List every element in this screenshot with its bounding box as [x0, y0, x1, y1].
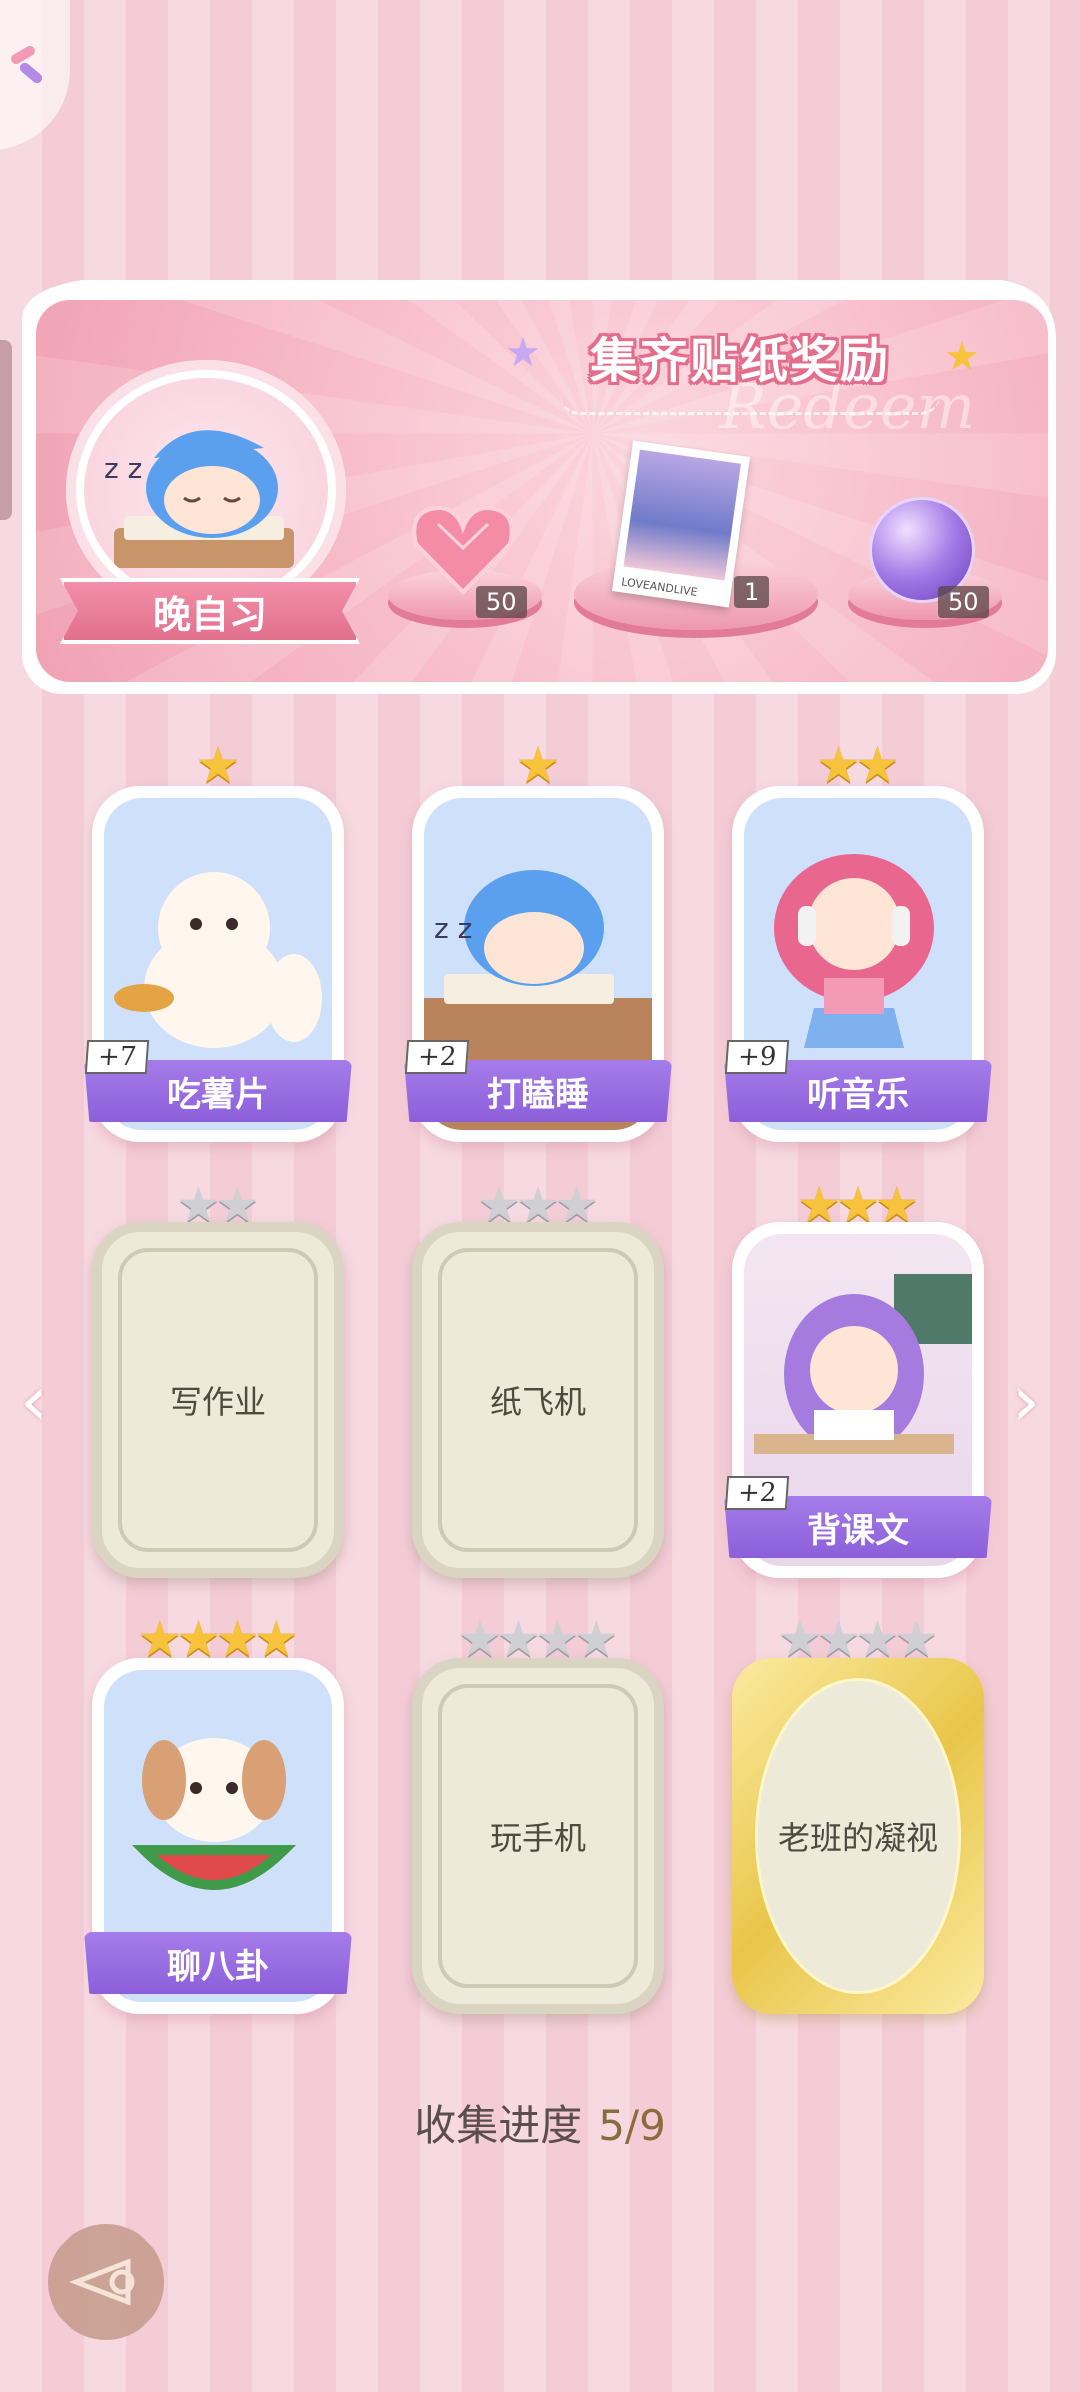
sticker-name-bar: 聊八卦 [84, 1932, 352, 1994]
sticker-card[interactable]: 聊八卦 [84, 1658, 352, 2014]
star-icon: ★ [195, 736, 241, 794]
sticker-card[interactable]: 听音乐 +9 [724, 786, 992, 1142]
duplicate-count: +9 [724, 1040, 790, 1074]
sticker-name: 吃薯片 [167, 1074, 269, 1115]
golden-oval-frame: 老班的凝视 [755, 1678, 961, 1994]
sticker-name: 听音乐 [807, 1074, 909, 1115]
duplicate-count: +2 [724, 1476, 790, 1510]
sticker-card[interactable]: 背课文 +2 [724, 1222, 992, 1578]
star-icon: ★ [253, 1610, 299, 1668]
next-page-arrow[interactable]: › [1012, 1360, 1040, 1442]
banner-title: 集齐贴纸奖励 [589, 333, 890, 389]
reward-count: 50 [938, 586, 989, 618]
sticker-name: 纸飞机 [489, 1383, 586, 1421]
star-icon: ★ [515, 736, 561, 794]
banner-title-ribbon: 集齐贴纸奖励 [520, 310, 960, 402]
sticker-name: 聊八卦 [167, 1946, 269, 1987]
svg-text:z z: z z [104, 452, 142, 485]
sleeping-boy-illustration: z z [104, 430, 294, 568]
star-rating: ★ ★ [732, 740, 984, 790]
progress-value: 5/9 [598, 2101, 666, 2150]
sticker-name: 背课文 [807, 1510, 909, 1551]
sticker-card-golden-locked[interactable]: 老班的凝视 [732, 1658, 984, 2014]
sticker-card-locked[interactable]: 写作业 [92, 1222, 344, 1578]
sticker-card-locked[interactable]: 玩手机 [412, 1658, 664, 2014]
petal-icon [17, 60, 45, 86]
sticker-name: 玩手机 [489, 1819, 586, 1857]
reward-count: 50 [476, 586, 527, 618]
sticker-name: 写作业 [169, 1383, 266, 1421]
purple-orb-icon[interactable] [872, 500, 972, 600]
sticker-card[interactable]: z z 打瞌睡 +2 [404, 786, 672, 1142]
progress-label: 收集进度 [414, 2101, 583, 2150]
star-rating: ★ ★ ★ ★ [732, 1614, 984, 1664]
collection-progress: 收集进度 5/9 [0, 2092, 1080, 2153]
star-rating: ★ ★ ★ ★ [412, 1614, 664, 1664]
duplicate-count: +2 [404, 1040, 470, 1074]
star-icon: ★ [855, 736, 900, 794]
svg-text:z z: z z [434, 912, 472, 945]
photo-card-icon[interactable]: LOVEANDLIVE [611, 440, 751, 608]
star-rating: ★ [412, 740, 664, 790]
menu-corner-button[interactable] [0, 0, 70, 150]
star-icon: ★ [573, 1610, 619, 1668]
sticker-card-locked[interactable]: 纸飞机 [412, 1222, 664, 1578]
sticker-name: 打瞌睡 [487, 1074, 589, 1115]
theme-label-ribbon: 晚自习 [60, 578, 360, 644]
star-rating: ★ ★ ★ ★ [92, 1614, 344, 1664]
dashed-divider [560, 395, 940, 415]
star-icon: ★ [893, 1610, 939, 1668]
duplicate-count: +7 [84, 1040, 150, 1074]
theme-label: 晚自习 [152, 592, 267, 637]
sticker-name: 老班的凝视 [777, 1819, 938, 1857]
back-button[interactable] [48, 2224, 164, 2340]
sticker-card[interactable]: 吃薯片 +7 [84, 786, 352, 1142]
star-rating: ★ [92, 740, 344, 790]
back-arrow-icon [69, 2258, 135, 2306]
theme-avatar: z z [84, 378, 328, 602]
reward-count: 1 [734, 576, 770, 608]
side-tab-handle[interactable] [0, 340, 12, 520]
prev-page-arrow[interactable]: ‹ [20, 1360, 48, 1442]
